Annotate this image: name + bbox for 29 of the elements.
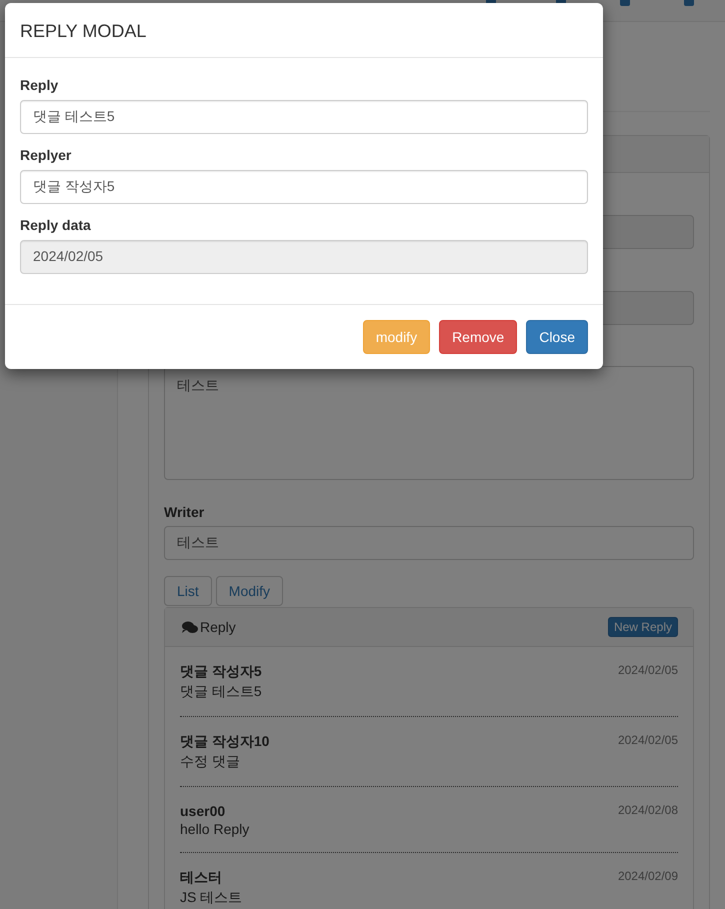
field-label: Replyer	[20, 147, 72, 163]
danger-button[interactable]: Remove	[439, 320, 518, 354]
new-reply-button[interactable]: New Reply	[608, 617, 678, 637]
reply-text: hello Reply	[180, 821, 250, 837]
reply-date: 2024/02/08	[618, 803, 678, 819]
replyer-name: 댓글 작성자5	[180, 663, 263, 681]
primary-button[interactable]: Close	[526, 320, 588, 354]
reply-title: Reply	[200, 619, 236, 635]
action-button[interactable]: Modify	[216, 576, 284, 606]
reply-date: 2024/02/05	[618, 663, 678, 679]
action-button[interactable]: List	[164, 576, 212, 606]
replyer-name: user00	[180, 803, 226, 819]
reply-text: 수정 댓글	[180, 753, 241, 771]
reply-date: 2024/02/09	[618, 869, 678, 885]
modal-title: REPLY MODAL	[5, 3, 603, 58]
input-field[interactable]: 댓글 테스트5	[20, 100, 588, 134]
input-field[interactable]: 댓글 작성자5	[20, 170, 588, 204]
replyer-name: 테스터	[180, 869, 223, 887]
reply-date: 2024/02/05	[618, 733, 678, 749]
warning-button[interactable]: modify	[362, 320, 430, 354]
writer-field[interactable]: 테스트	[164, 526, 694, 560]
field-label: Reply data	[20, 217, 92, 233]
reply-text: 댓글 테스트5	[180, 683, 263, 701]
writer-label: Writer	[164, 504, 206, 520]
content-textarea[interactable]: 테스트	[164, 366, 694, 480]
reply-text: JS 테스트	[180, 889, 244, 907]
comments-icon	[182, 620, 198, 634]
replyer-name: 댓글 작성자10	[180, 733, 270, 751]
field-label: Reply	[20, 77, 60, 93]
